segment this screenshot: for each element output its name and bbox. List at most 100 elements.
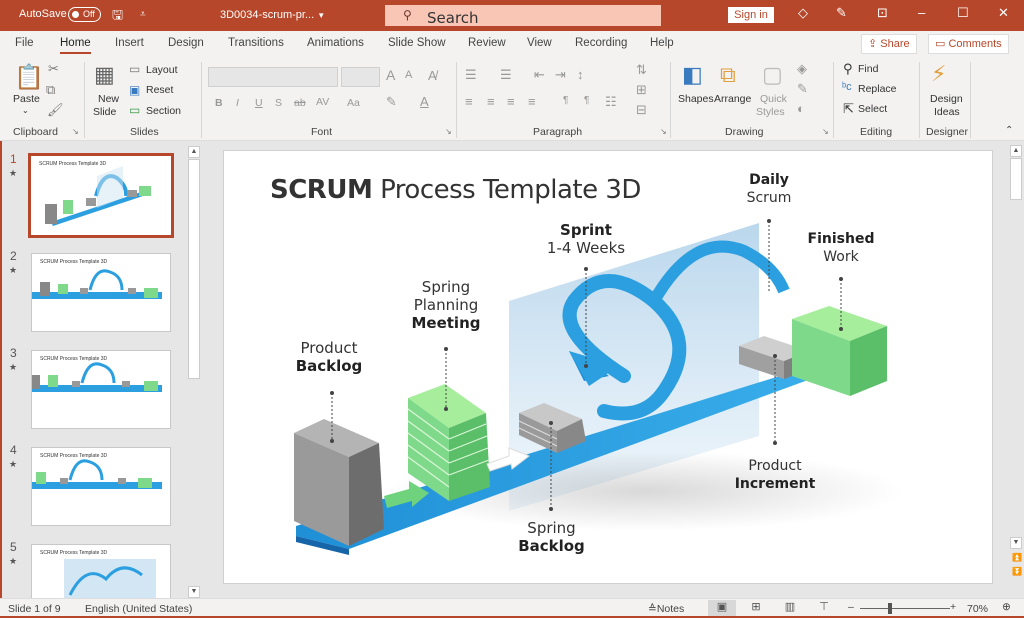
reset-button[interactable]: Reset — [146, 84, 173, 96]
select-button[interactable]: Select — [858, 103, 887, 115]
grow-font-icon[interactable]: A — [386, 67, 395, 83]
clear-format-icon[interactable]: A̸ — [428, 68, 437, 83]
format-painter-icon[interactable]: 🖌 — [47, 102, 64, 118]
scroll-down-button[interactable]: ▼ — [1010, 537, 1022, 549]
tab-recording[interactable]: Recording — [575, 37, 627, 49]
zoom-slider-handle[interactable] — [888, 603, 892, 614]
bold-button[interactable]: B — [215, 97, 223, 109]
strikethrough-button[interactable]: ab — [294, 97, 306, 109]
zoom-level[interactable]: 70% — [967, 603, 988, 615]
slide-thumbnail-3[interactable]: SCRUM Process Template 3D — [31, 350, 171, 429]
dialog-launcher-icon[interactable]: ↘ — [445, 127, 452, 136]
tab-file[interactable]: File — [15, 37, 34, 49]
scrollbar-thumb[interactable] — [188, 159, 200, 379]
increase-indent-icon[interactable]: ⇥ — [555, 67, 566, 83]
pen-icon[interactable]: ✎ — [836, 5, 847, 21]
decrease-indent-icon[interactable]: ⇤ — [534, 67, 545, 83]
replace-button[interactable]: Replace — [858, 83, 897, 95]
paste-icon[interactable]: 📋 — [14, 63, 44, 92]
find-icon[interactable]: ⚲ — [843, 61, 853, 77]
diamond-icon[interactable]: ◇ — [798, 5, 808, 21]
font-size-dropdown[interactable] — [341, 67, 380, 87]
comments-button[interactable]: ▭ Comments — [928, 34, 1009, 54]
slide-sorter-button[interactable]: ⊞ — [742, 600, 770, 617]
ltr-icon[interactable]: ¶ — [563, 95, 568, 106]
slide-scrollbar[interactable]: ▲ ▼ ⏫ ⏬ — [1010, 145, 1022, 595]
shape-effects-icon[interactable]: ◐ — [797, 101, 805, 116]
tab-transitions[interactable]: Transitions — [228, 37, 284, 49]
design-ideas-label-1[interactable]: Design — [930, 93, 963, 105]
tab-slide-show[interactable]: Slide Show — [388, 37, 446, 49]
close-icon[interactable]: ✕ — [998, 5, 1009, 21]
reset-icon[interactable]: ▣ — [129, 83, 140, 97]
minimize-icon[interactable]: – — [918, 5, 925, 20]
arrange-button[interactable]: Arrange — [714, 93, 751, 105]
design-ideas-label-2[interactable]: Ideas — [934, 106, 960, 118]
scroll-down-button[interactable]: ▼ — [188, 586, 200, 598]
slide-thumbnail-5[interactable]: SCRUM Process Template 3D — [31, 544, 171, 598]
align-left-icon[interactable]: ≡ — [465, 94, 473, 109]
reading-view-button[interactable]: ▥ — [776, 600, 804, 617]
copy-icon[interactable]: ⧉ — [46, 82, 55, 98]
line-spacing-icon[interactable]: ↕ — [577, 67, 584, 82]
notes-button[interactable]: ≙Notes — [648, 603, 684, 615]
columns-icon[interactable]: ☷ — [605, 94, 617, 110]
italic-button[interactable]: I — [236, 97, 239, 109]
language-indicator[interactable]: English (United States) — [85, 603, 192, 615]
share-button[interactable]: ⇪ Share — [861, 34, 917, 54]
numbering-icon[interactable]: ☰ — [500, 67, 512, 83]
zoom-out-button[interactable]: – — [848, 601, 854, 613]
tab-help[interactable]: Help — [650, 37, 674, 49]
paste-button[interactable]: Paste — [13, 93, 40, 105]
underline-button[interactable]: U — [255, 97, 263, 109]
scrollbar-thumb[interactable] — [1010, 158, 1022, 200]
new-slide-label-2[interactable]: Slide — [93, 106, 116, 118]
slide-show-button[interactable]: ⊤ — [810, 600, 838, 617]
tab-view[interactable]: View — [527, 37, 552, 49]
arrange-icon[interactable]: ⧉ — [720, 62, 736, 88]
search-box[interactable]: ⚲ Search — [385, 5, 661, 27]
new-slide-label-1[interactable]: New — [98, 93, 119, 105]
font-family-dropdown[interactable] — [208, 67, 338, 87]
zoom-slider[interactable] — [860, 608, 950, 609]
shadow-button[interactable]: S — [275, 97, 282, 109]
scroll-up-button[interactable]: ▲ — [1010, 145, 1022, 157]
smartart-icon[interactable]: ⊟ — [636, 102, 647, 118]
tab-animations[interactable]: Animations — [307, 37, 364, 49]
bullets-icon[interactable]: ☰ — [465, 67, 477, 83]
quick-styles-icon[interactable]: ▢ — [762, 62, 783, 88]
dialog-launcher-icon[interactable]: ↘ — [822, 127, 829, 136]
slide-counter[interactable]: Slide 1 of 9 — [8, 603, 61, 615]
previous-slide-icon[interactable]: ⏫ — [1012, 553, 1022, 562]
design-ideas-icon[interactable]: ⚡ — [931, 61, 946, 87]
slide-canvas[interactable]: SCRUM Process Template 3D Product Backlo… — [223, 150, 993, 584]
layout-icon[interactable]: ▭ — [129, 62, 140, 76]
dialog-launcher-icon[interactable]: ↘ — [72, 127, 79, 136]
layout-button[interactable]: Layout — [146, 64, 178, 76]
align-text-icon[interactable]: ⊞ — [636, 82, 647, 98]
cut-icon[interactable]: ✂ — [48, 61, 59, 77]
section-button[interactable]: Section — [146, 105, 181, 117]
sign-in-button[interactable]: Sign in — [728, 7, 774, 23]
select-icon[interactable]: ⇱ — [843, 101, 854, 117]
section-icon[interactable]: ▭ — [129, 103, 140, 117]
character-spacing-button[interactable]: AV — [316, 96, 329, 108]
font-color-icon[interactable]: A — [420, 94, 429, 109]
document-title[interactable]: 3D0034-scrum-pr... ▼ — [220, 9, 325, 21]
shapes-button[interactable]: Shapes — [678, 93, 714, 105]
label-product-backlog[interactable]: Product Backlog — [284, 339, 374, 375]
zoom-in-button[interactable]: + — [950, 601, 956, 613]
label-sprint[interactable]: Sprint 1-4 Weeks — [531, 221, 641, 257]
slide-thumbnail-2[interactable]: SCRUM Process Template 3D — [31, 253, 171, 332]
collapse-ribbon-icon[interactable]: ⌃ — [1005, 125, 1013, 136]
shrink-font-icon[interactable]: A — [405, 69, 412, 81]
rtl-icon[interactable]: ¶ — [584, 95, 589, 106]
tab-home[interactable]: Home — [60, 37, 91, 54]
find-button[interactable]: Find — [858, 63, 878, 75]
quick-styles-label-1[interactable]: Quick — [760, 93, 787, 105]
customize-toolbar-icon[interactable]: ⩡ — [140, 9, 146, 20]
align-center-icon[interactable]: ≡ — [487, 94, 495, 109]
label-spring-backlog[interactable]: Spring Backlog — [504, 519, 599, 555]
label-product-increment[interactable]: Product Increment — [724, 457, 826, 493]
shapes-icon[interactable]: ◧ — [682, 62, 703, 88]
